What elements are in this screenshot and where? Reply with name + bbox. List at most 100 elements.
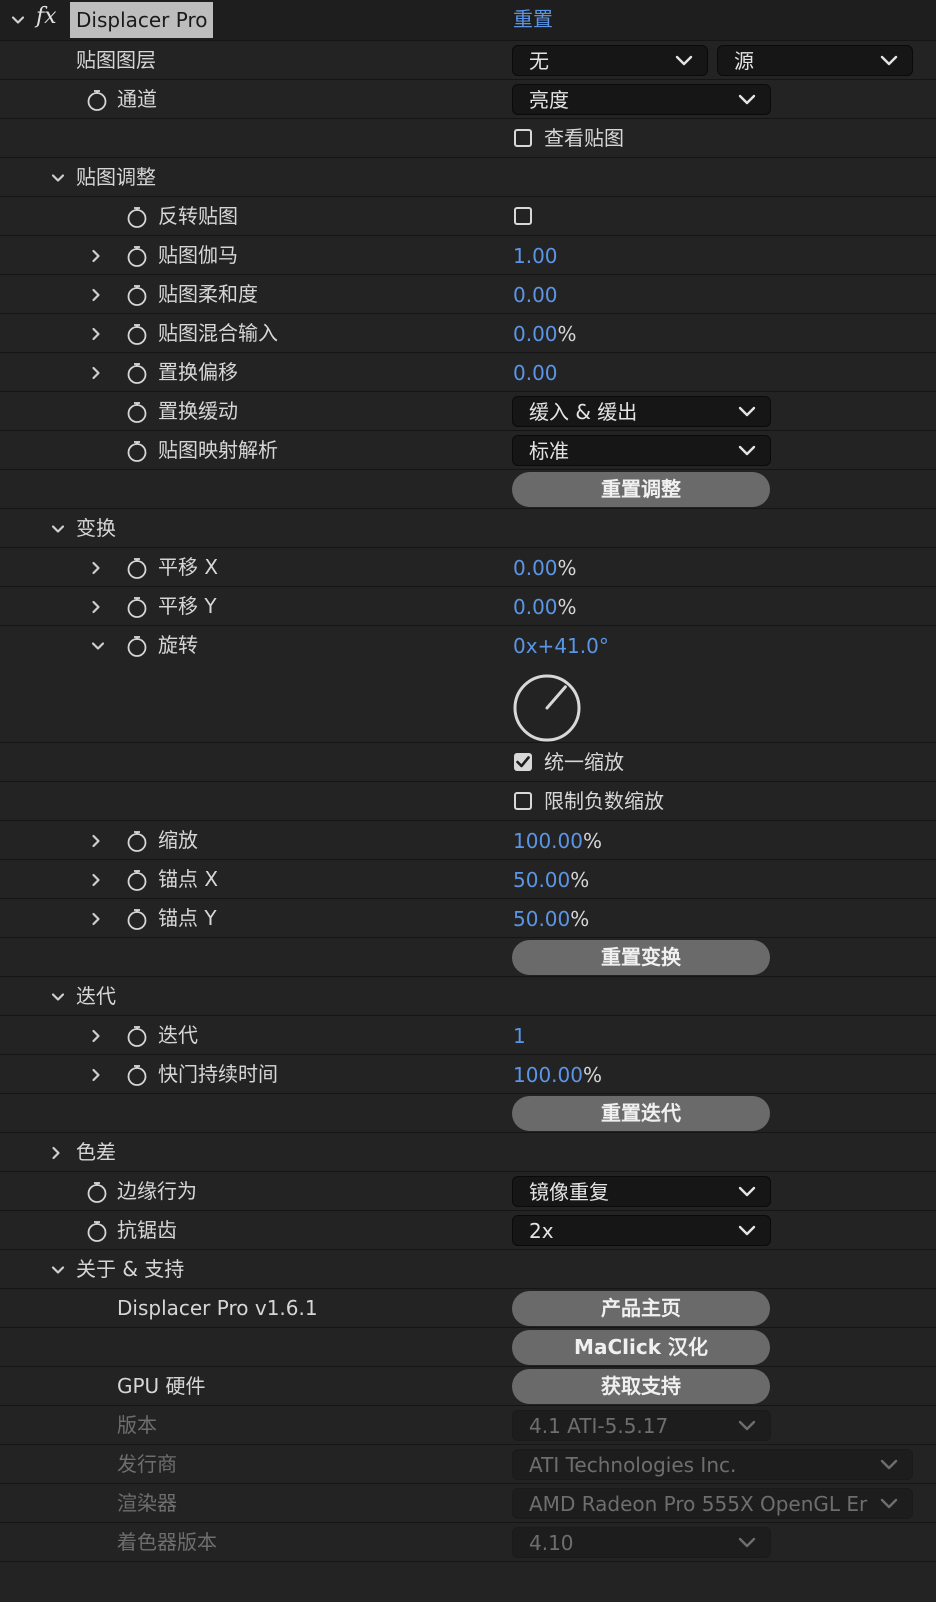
stopwatch-icon[interactable] xyxy=(126,1064,148,1086)
view-map-checkbox[interactable] xyxy=(514,129,532,147)
stopwatch-icon[interactable] xyxy=(126,830,148,852)
map-blend-value[interactable]: 0.00% xyxy=(513,314,577,353)
effect-reset-link[interactable]: 重置 xyxy=(513,0,553,39)
stopwatch-icon[interactable] xyxy=(126,440,148,462)
chevron-right-icon[interactable] xyxy=(84,236,108,275)
rotation-dial[interactable] xyxy=(511,672,583,744)
stopwatch-icon[interactable] xyxy=(126,908,148,930)
invert-map-row: 反转贴图 xyxy=(0,197,936,236)
antialias-dropdown[interactable]: 2x xyxy=(512,1215,771,1246)
effect-header: fx Displacer Pro 重置 xyxy=(0,0,936,41)
chromatic-group-label: 色差 xyxy=(76,1140,116,1164)
chevron-right-icon[interactable] xyxy=(44,1133,68,1172)
rotation-value[interactable]: 0x+41.0° xyxy=(513,626,609,665)
anchor-x-label: 锚点 X xyxy=(158,867,219,891)
stopwatch-icon[interactable] xyxy=(126,635,148,657)
chevron-right-icon[interactable] xyxy=(84,548,108,587)
renderer-row: 渲染器 AMD Radeon Pro 555X OpenGL Er xyxy=(0,1484,936,1523)
view-map-label: 查看贴图 xyxy=(544,126,624,150)
about-group-row: 关于 & 支持 xyxy=(0,1250,936,1289)
percent-unit: % xyxy=(570,907,590,931)
antialias-value: 2x xyxy=(529,1219,554,1243)
shader-version-label: 着色器版本 xyxy=(117,1530,217,1554)
map-resolution-dropdown[interactable]: 标准 xyxy=(512,435,771,466)
chevron-right-icon[interactable] xyxy=(84,1016,108,1055)
edge-behavior-dropdown[interactable]: 镜像重复 xyxy=(512,1176,771,1207)
map-source-dropdown[interactable]: 源 xyxy=(717,45,913,76)
reset-transform-row: 重置变换 xyxy=(0,938,936,977)
reset-adjust-button[interactable]: 重置调整 xyxy=(512,472,770,507)
chevron-right-icon[interactable] xyxy=(84,353,108,392)
vendor-row: 发行商 ATI Technologies Inc. xyxy=(0,1445,936,1484)
map-softness-value[interactable]: 0.00 xyxy=(513,275,558,314)
displace-easing-value: 缓入 & 缓出 xyxy=(529,400,638,424)
anchor-x-value[interactable]: 50.00% xyxy=(513,860,589,899)
channel-label: 通道 xyxy=(117,87,157,111)
map-layer-dropdown[interactable]: 无 xyxy=(512,45,708,76)
stopwatch-icon[interactable] xyxy=(126,323,148,345)
chevron-right-icon[interactable] xyxy=(84,860,108,899)
percent-unit: % xyxy=(557,322,577,346)
uniform-scale-label: 统一缩放 xyxy=(544,750,624,774)
limit-negative-scale-checkbox[interactable] xyxy=(514,792,532,810)
percent-unit: % xyxy=(570,868,590,892)
fx-icon[interactable]: fx xyxy=(36,4,57,29)
stopwatch-icon[interactable] xyxy=(126,284,148,306)
iterations-value[interactable]: 1 xyxy=(513,1016,526,1055)
displace-easing-label: 置换缓动 xyxy=(158,399,238,423)
rotation-label: 旋转 xyxy=(158,633,198,657)
chevron-down-icon xyxy=(738,1224,756,1238)
get-support-button[interactable]: 获取支持 xyxy=(512,1369,770,1404)
chevron-right-icon[interactable] xyxy=(84,899,108,938)
shutter-value[interactable]: 100.00% xyxy=(513,1055,602,1094)
scale-value[interactable]: 100.00% xyxy=(513,821,602,860)
stopwatch-icon[interactable] xyxy=(126,557,148,579)
chevron-down-icon xyxy=(738,1419,756,1433)
uniform-scale-checkbox[interactable] xyxy=(514,753,532,771)
chevron-down-icon[interactable] xyxy=(46,158,70,197)
collapse-effect-chevron-icon[interactable] xyxy=(6,0,30,39)
edge-behavior-label: 边缘行为 xyxy=(117,1179,197,1203)
chevron-right-icon[interactable] xyxy=(84,821,108,860)
product-homepage-button[interactable]: 产品主页 xyxy=(512,1291,770,1326)
chevron-down-icon[interactable] xyxy=(86,626,110,665)
reset-transform-button[interactable]: 重置变换 xyxy=(512,940,770,975)
map-gamma-value[interactable]: 1.00 xyxy=(513,236,558,275)
chevron-right-icon[interactable] xyxy=(84,275,108,314)
chevron-down-icon[interactable] xyxy=(46,1250,70,1289)
limit-negative-scale-row: 限制负数缩放 xyxy=(0,782,936,821)
invert-map-checkbox[interactable] xyxy=(514,207,532,225)
translate-x-value[interactable]: 0.00% xyxy=(513,548,577,587)
translate-y-value[interactable]: 0.00% xyxy=(513,587,577,626)
maclick-localization-button[interactable]: MaClick 汉化 xyxy=(512,1330,770,1365)
displace-offset-label: 置换偏移 xyxy=(158,360,238,384)
gpu-row: GPU 硬件 获取支持 xyxy=(0,1367,936,1406)
chevron-right-icon[interactable] xyxy=(84,1055,108,1094)
stopwatch-icon[interactable] xyxy=(126,596,148,618)
chevron-right-icon[interactable] xyxy=(84,587,108,626)
reset-iteration-button[interactable]: 重置迭代 xyxy=(512,1096,770,1131)
anchor-y-value[interactable]: 50.00% xyxy=(513,899,589,938)
map-resolution-row: 贴图映射解析 标准 xyxy=(0,431,936,470)
stopwatch-icon[interactable] xyxy=(126,869,148,891)
displace-easing-dropdown[interactable]: 缓入 & 缓出 xyxy=(512,396,771,427)
stopwatch-icon[interactable] xyxy=(126,245,148,267)
chevron-down-icon[interactable] xyxy=(46,977,70,1016)
shader-version-row: 着色器版本 4.10 xyxy=(0,1523,936,1562)
chevron-right-icon[interactable] xyxy=(84,314,108,353)
percent-unit: % xyxy=(582,829,602,853)
stopwatch-icon[interactable] xyxy=(86,89,108,111)
stopwatch-icon[interactable] xyxy=(86,1220,108,1242)
chevron-down-icon[interactable] xyxy=(46,509,70,548)
stopwatch-icon[interactable] xyxy=(126,1025,148,1047)
chevron-down-icon xyxy=(880,1458,898,1472)
channel-dropdown[interactable]: 亮度 xyxy=(512,84,771,115)
stopwatch-icon[interactable] xyxy=(126,401,148,423)
displace-offset-value[interactable]: 0.00 xyxy=(513,353,558,392)
chromatic-group-row: 色差 xyxy=(0,1133,936,1172)
stopwatch-icon[interactable] xyxy=(126,206,148,228)
stopwatch-icon[interactable] xyxy=(126,362,148,384)
stopwatch-icon[interactable] xyxy=(86,1181,108,1203)
effect-title[interactable]: Displacer Pro xyxy=(70,2,213,38)
map-gamma-label: 贴图伽马 xyxy=(158,243,238,267)
